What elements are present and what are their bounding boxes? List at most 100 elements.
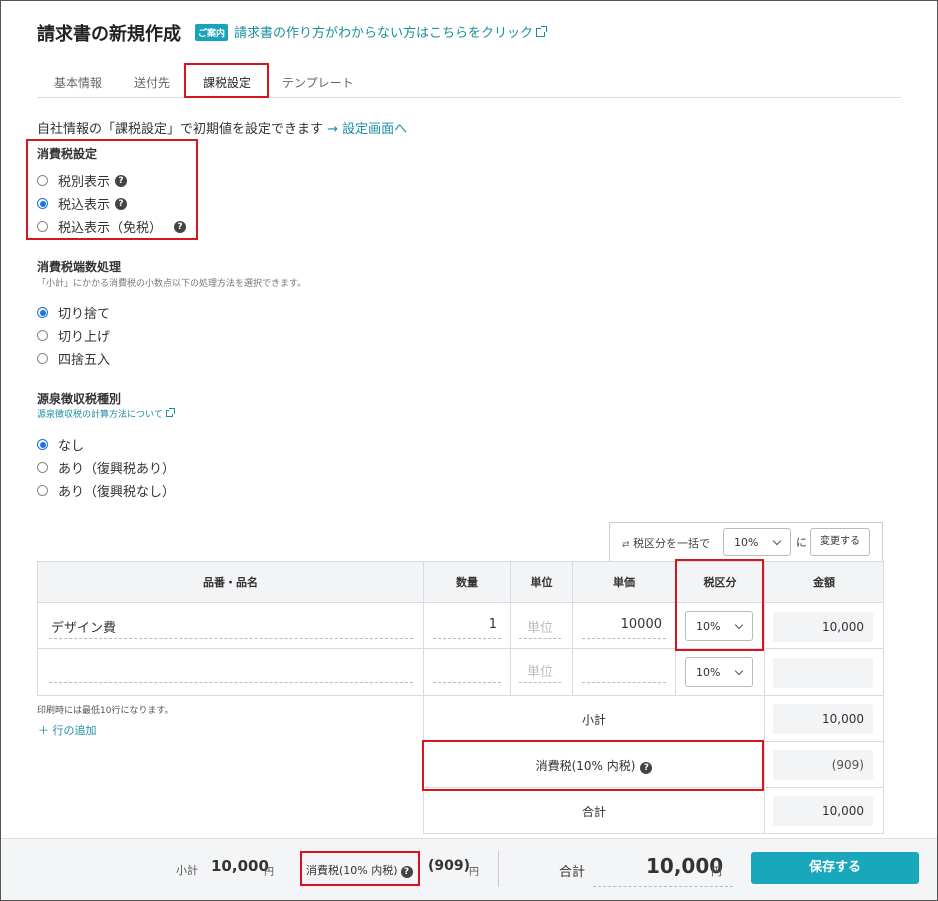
radio-button[interactable] — [37, 485, 48, 496]
withholding-calc-link[interactable]: 源泉徴収税の計算方法について — [37, 407, 175, 420]
radio-button[interactable] — [37, 462, 48, 473]
bulk-tax-select-value: 10% — [734, 536, 759, 549]
footer-separator — [498, 851, 499, 887]
radio-button[interactable] — [37, 439, 48, 450]
rounding-description: 「小計」にかかる消費税の小数点以下の処理方法を選択できます。 — [37, 279, 307, 289]
guide-badge: ご案内 — [195, 24, 229, 41]
help-icon[interactable]: ? — [400, 866, 413, 878]
radio-label: あり（復興税なし） — [58, 485, 176, 500]
footer-tax-label: 消費税(10% 内税)? — [306, 862, 413, 878]
radio-label: 税込表示（免税） — [58, 221, 163, 236]
price-input[interactable]: 10000 — [582, 617, 666, 639]
item-name-input[interactable]: デザイン費 — [49, 617, 413, 639]
tab-bar: 基本情報 送付先 課税設定 テンプレート — [37, 62, 901, 98]
highlight-tax-column — [675, 559, 764, 651]
radio-button[interactable] — [37, 198, 48, 209]
external-link-icon — [536, 26, 548, 37]
footer-total-label: 合計 — [559, 865, 586, 880]
highlight-tax-summary — [422, 740, 764, 791]
radio-button[interactable] — [37, 330, 48, 341]
radio-round-down[interactable]: 切り捨て — [37, 303, 110, 322]
footer-subtotal-value: 10,000 — [211, 857, 269, 875]
consumption-tax-title: 消費税設定 — [37, 147, 98, 161]
footer-tax-label-text: 消費税(10% 内税) — [306, 864, 398, 877]
help-icon[interactable]: ? — [115, 197, 128, 210]
radio-round-half[interactable]: 四捨五入 — [37, 349, 110, 368]
chevron-down-icon — [772, 536, 782, 546]
save-button[interactable]: 保存する — [751, 852, 919, 884]
header-price: 単価 — [572, 561, 676, 603]
rounding-title: 消費税端数処理 — [37, 260, 122, 274]
settings-screen-link[interactable]: → 設定画面へ — [327, 122, 407, 137]
guide-link[interactable]: 請求書の作り方がわからない方はこちらをクリック — [234, 22, 548, 41]
subtotal-value: 10,000 — [773, 704, 873, 734]
info-text: 自社情報の「課税設定」で初期値を設定できます — [37, 122, 324, 137]
bulk-tax-bar: ⇄ 税区分を一括で 10% に 変更する — [609, 522, 883, 562]
tab-basic-info[interactable]: 基本情報 — [54, 74, 102, 91]
radio-label: 切り捨て — [58, 307, 111, 322]
radio-withholding-without-reconstruction[interactable]: あり（復興税なし） — [37, 481, 175, 500]
header-amount: 金額 — [764, 561, 884, 603]
radio-label: 税別表示 — [58, 175, 111, 190]
radio-label: あり（復興税あり） — [58, 462, 176, 477]
add-row-button[interactable]: ＋ 行の追加 — [38, 722, 97, 738]
price-input[interactable] — [582, 661, 666, 683]
unit-input[interactable]: 単位 — [519, 617, 561, 639]
tax-select[interactable]: 10% — [685, 657, 753, 687]
amount-value: 10,000 — [773, 612, 873, 642]
change-button[interactable]: 変更する — [810, 528, 870, 556]
footer-total-yen: 円 — [711, 865, 722, 878]
tab-template[interactable]: テンプレート — [282, 74, 354, 91]
radio-button[interactable] — [37, 353, 48, 364]
radio-tax-exclusive[interactable]: 税別表示 ? — [37, 171, 128, 190]
radio-button[interactable] — [37, 307, 48, 318]
footer-subtotal-yen: 円 — [264, 867, 274, 878]
radio-tax-inclusive-exempt[interactable]: 税込表示（免税） ? — [37, 217, 187, 236]
tax-summary-value: (909) — [773, 750, 873, 780]
subtotal-label: 小計 — [581, 713, 606, 727]
footer-subtotal-label: 小計 — [176, 864, 198, 877]
header-qty: 数量 — [423, 561, 511, 603]
withholding-link-label: 源泉徴収税の計算方法について — [37, 410, 163, 420]
external-link-icon — [165, 408, 175, 417]
tab-recipient[interactable]: 送付先 — [134, 74, 170, 91]
bulk-label-text: 税区分を一括で — [633, 537, 711, 550]
tax-select-value: 10% — [696, 666, 721, 679]
radio-round-up[interactable]: 切り上げ — [37, 326, 110, 345]
bulk-tax-arrows-icon: ⇄ — [622, 540, 630, 550]
footer-tax-value: (909) — [428, 858, 471, 874]
amount-value — [773, 658, 873, 688]
guide-link-label: 請求書の作り方がわからない方はこちらをクリック — [234, 26, 534, 41]
total-label: 合計 — [581, 805, 606, 819]
radio-tax-inclusive[interactable]: 税込表示 ? — [37, 194, 128, 213]
qty-input[interactable]: 1 — [433, 617, 501, 639]
total-underline — [593, 886, 733, 887]
highlight-tab-tax-settings — [184, 63, 269, 98]
radio-withholding-none[interactable]: なし — [37, 435, 84, 454]
radio-label: 税込表示 — [58, 198, 111, 213]
chevron-down-icon — [734, 666, 744, 676]
bulk-tax-select[interactable]: 10% — [723, 528, 791, 556]
qty-input[interactable] — [433, 661, 501, 683]
page-title: 請求書の新規作成 — [37, 24, 181, 45]
help-icon[interactable]: ? — [174, 220, 187, 233]
footer-tax-yen: 円 — [469, 867, 479, 878]
withholding-title: 源泉徴収税種別 — [37, 392, 122, 406]
bulk-tax-label: ⇄ 税区分を一括で — [622, 535, 710, 551]
bulk-suffix: に — [796, 536, 807, 549]
radio-withholding-with-reconstruction[interactable]: あり（復興税あり） — [37, 458, 175, 477]
print-note: 印刷時には最低10行になります。 — [37, 706, 174, 716]
footer-bar: 小計 10,000 円 消費税(10% 内税)? (909) 円 合計 10,0… — [1, 838, 937, 900]
radio-label: 切り上げ — [58, 330, 111, 345]
total-value: 10,000 — [773, 796, 873, 826]
header-unit: 単位 — [510, 561, 573, 603]
item-name-input[interactable] — [49, 661, 413, 683]
tax-settings-info: 自社情報の「課税設定」で初期値を設定できます → 設定画面へ — [37, 118, 407, 137]
radio-label: 四捨五入 — [58, 353, 111, 368]
header-item: 品番・品名 — [37, 561, 424, 603]
radio-button[interactable] — [37, 221, 48, 232]
unit-input[interactable]: 単位 — [519, 661, 561, 683]
radio-label: なし — [58, 439, 85, 454]
radio-button[interactable] — [37, 175, 48, 186]
help-icon[interactable]: ? — [115, 174, 128, 187]
